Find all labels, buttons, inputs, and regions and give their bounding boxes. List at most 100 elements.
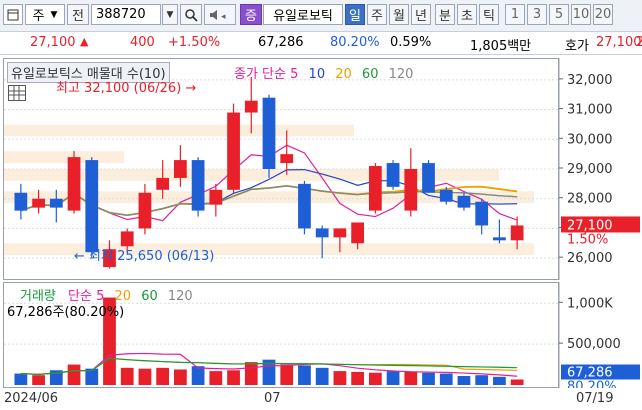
stock-name-field[interactable]: 유일로보틱 <box>263 4 343 25</box>
volume-bar[interactable] <box>493 376 506 385</box>
interval-button-3[interactable]: 3 <box>527 4 547 25</box>
price-axis: 32,00031,00030,00029,00028,00027,00026,0… <box>559 58 640 280</box>
candle-body[interactable] <box>368 166 382 211</box>
period-tab-6[interactable]: 틱 <box>479 4 499 25</box>
search-mode-label: 전 <box>72 9 84 24</box>
layout-icon[interactable] <box>3 4 23 25</box>
volume-bar[interactable] <box>422 372 435 385</box>
volume-ma-60: 60 <box>141 289 158 304</box>
volume-bar[interactable] <box>138 368 152 385</box>
volume-bar[interactable] <box>386 371 400 385</box>
volume-bar[interactable] <box>156 367 170 385</box>
candle-body[interactable] <box>493 237 506 241</box>
candle-body[interactable] <box>280 154 294 164</box>
search-icon[interactable] <box>180 4 202 25</box>
volume-bar[interactable] <box>227 370 240 385</box>
candle-body[interactable] <box>475 201 489 226</box>
ma-legend-120: 120 <box>388 67 414 82</box>
period-tab-1[interactable]: 주 <box>367 4 387 25</box>
x-label-start: 2024/06 <box>4 391 59 406</box>
period-tab-2[interactable]: 월 <box>389 4 409 25</box>
volume-bar[interactable] <box>510 379 524 385</box>
candle-body[interactable] <box>191 160 205 211</box>
period-tab-4[interactable]: 분 <box>435 4 455 25</box>
volume-bar[interactable] <box>120 367 134 385</box>
candle-body[interactable] <box>333 228 347 238</box>
volume-bar[interactable] <box>14 373 28 385</box>
volume-bar[interactable] <box>191 366 205 385</box>
volume-bar[interactable] <box>173 369 187 385</box>
candle-body[interactable] <box>510 225 524 241</box>
volume-bar[interactable] <box>32 375 45 385</box>
period-tab-3[interactable]: 년 <box>411 4 431 25</box>
interval-button-20[interactable]: 20 <box>593 4 613 25</box>
y-tick-label: 31,000 <box>567 103 613 118</box>
y-tick-label: 28,000 <box>567 192 613 207</box>
volume-bar[interactable] <box>475 375 489 385</box>
volume-bar[interactable] <box>298 365 311 385</box>
market-label: 주 <box>32 9 45 24</box>
up-arrow-icon: ▲ <box>80 35 89 48</box>
interval-button-1[interactable]: 1 <box>505 4 525 25</box>
candle-body[interactable] <box>85 160 99 253</box>
code-dropdown-button[interactable]: ▼ <box>162 4 178 25</box>
code-input[interactable]: 388720 <box>91 4 161 25</box>
candle-body[interactable] <box>404 169 418 211</box>
candle-body[interactable] <box>439 189 453 202</box>
volume-bar[interactable] <box>315 367 329 385</box>
candle-body[interactable] <box>49 198 63 208</box>
volume-bar[interactable] <box>244 362 258 385</box>
volume-chart-panel[interactable]: 거래량 단순 5 20 60 120 67,286주(80.20%) <box>3 282 559 388</box>
search-mode-button[interactable]: 전 <box>67 4 89 25</box>
ma-legend-20: 20 <box>335 67 352 82</box>
right-arrow-icon: → <box>185 81 197 96</box>
price-change-pct: +1.50% <box>168 35 221 50</box>
volume-ma-120: 120 <box>167 289 193 304</box>
code-value: 388720 <box>96 7 146 22</box>
price-chart-panel[interactable]: 유일로보틱스 매물대 수(10) 종가 단순 5 10 20 60 120 최고… <box>3 58 559 280</box>
volume-bar[interactable] <box>67 364 81 385</box>
volume-ratio: 80.20% <box>330 35 380 50</box>
volume-bar[interactable] <box>333 371 347 385</box>
sector-badge-label: 증 <box>245 9 257 24</box>
volume-bar[interactable] <box>439 373 453 385</box>
candle-body[interactable] <box>173 160 187 178</box>
candle-body[interactable] <box>315 228 329 238</box>
y-tick-label: 32,000 <box>567 73 613 88</box>
candle-body[interactable] <box>67 157 81 211</box>
candle-body[interactable] <box>298 183 311 229</box>
high-annotation: 최고 32,100 (06/26) → <box>56 77 196 96</box>
interval-button-5[interactable]: 5 <box>549 4 569 25</box>
ma-legend-label: 종가 단순 <box>234 67 286 82</box>
volume-bar[interactable] <box>404 371 418 385</box>
candle-body[interactable] <box>386 163 400 187</box>
candle-body[interactable] <box>156 177 170 190</box>
period-tab-5[interactable]: 초 <box>457 4 477 25</box>
volume-profile-band <box>4 124 354 137</box>
speaker-icon[interactable]: ◂ <box>204 4 236 25</box>
candle-body[interactable] <box>244 100 258 113</box>
ask-price-more: 2 <box>636 35 642 50</box>
candle-body[interactable] <box>32 198 45 208</box>
volume-bar[interactable] <box>280 364 294 385</box>
ma-legend-60: 60 <box>361 67 379 82</box>
period-tab-0[interactable]: 일 <box>345 4 365 25</box>
market-select[interactable]: 주 ▼ <box>25 4 65 25</box>
candle-body[interactable] <box>227 112 240 190</box>
candle-body[interactable] <box>138 192 152 229</box>
volume-bar[interactable] <box>368 372 382 385</box>
candle-body[interactable] <box>262 97 276 169</box>
table-icon[interactable] <box>8 85 26 101</box>
volume-bar[interactable] <box>351 371 365 385</box>
candle-body[interactable] <box>422 163 435 193</box>
x-label-end: 07/19 <box>576 391 614 406</box>
volume-bar[interactable] <box>457 376 471 385</box>
y-tick-label: 30,000 <box>567 132 613 147</box>
quote-bar: 27,100 ▲ 400 +1.50% 67,286 80.20% 0.59% … <box>0 32 642 55</box>
candle-body[interactable] <box>457 195 471 208</box>
candle-body[interactable] <box>14 192 28 211</box>
candle-body[interactable] <box>209 189 223 205</box>
candle-body[interactable] <box>351 222 365 244</box>
interval-button-10[interactable]: 10 <box>571 4 591 25</box>
volume-bar[interactable] <box>209 371 223 385</box>
